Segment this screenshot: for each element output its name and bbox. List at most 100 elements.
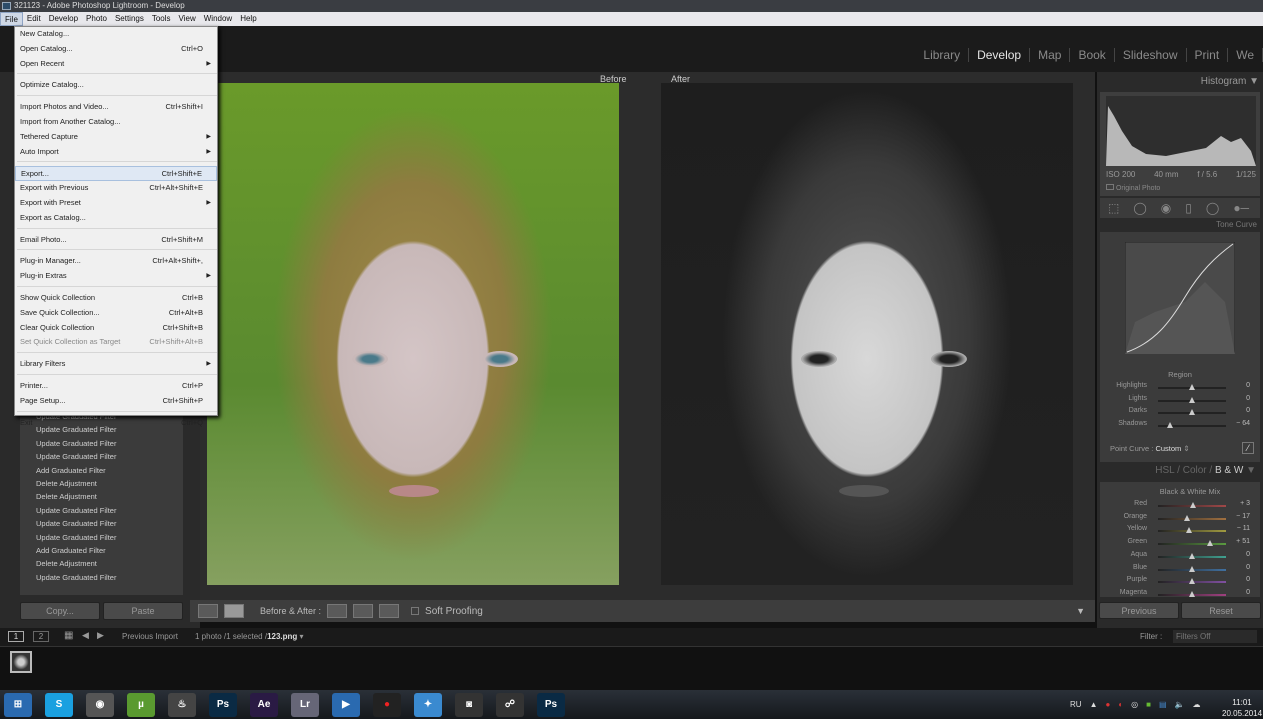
- before-after-view-button[interactable]: [224, 604, 244, 618]
- history-item[interactable]: Add Graduated Filter: [20, 464, 183, 477]
- menu-item[interactable]: Show Quick Collection Ctrl+B: [15, 291, 217, 306]
- menu-item[interactable]: Export with Previous Ctrl+Alt+Shift+E: [15, 181, 217, 196]
- filter-select[interactable]: Filters Off: [1173, 630, 1257, 643]
- taskbar-skype-icon[interactable]: S: [45, 692, 73, 717]
- swap-button[interactable]: [379, 604, 400, 618]
- paste-button[interactable]: Paste: [103, 602, 183, 620]
- tab-color[interactable]: Color: [1183, 465, 1207, 476]
- menu-item[interactable]: Save Quick Collection... Ctrl+Alt+B: [15, 306, 217, 321]
- menu-item[interactable]: Export with Preset ▶: [15, 196, 217, 211]
- back-arrow-icon[interactable]: ◀: [82, 630, 89, 641]
- slider-thumb[interactable]: [1183, 514, 1190, 521]
- menu-item[interactable]: Library Filters ▶: [15, 357, 217, 372]
- grid-view-icon[interactable]: ▦: [64, 630, 73, 641]
- brush-tool-icon[interactable]: ●─: [1233, 201, 1249, 215]
- menu-help[interactable]: Help: [236, 12, 260, 26]
- webcam-tray-icon[interactable]: ◎: [1131, 700, 1138, 709]
- menu-item[interactable]: Clear Quick Collection Ctrl+Shift+B: [15, 321, 217, 336]
- history-item[interactable]: Delete Adjustment: [20, 490, 183, 503]
- menu-edit[interactable]: Edit: [23, 12, 45, 26]
- slider-value[interactable]: 0: [1246, 395, 1250, 402]
- tab-bw[interactable]: B & W: [1215, 465, 1243, 476]
- menu-item[interactable]: Open Catalog... Ctrl+O: [15, 42, 217, 57]
- menu-item[interactable]: Plug-in Extras ▶: [15, 269, 217, 284]
- taskbar-media-player-icon[interactable]: ▶: [332, 692, 360, 717]
- slider-value[interactable]: 0: [1246, 382, 1250, 389]
- original-photo-checkbox[interactable]: [1106, 184, 1114, 190]
- taskbar-windows-start-icon[interactable]: ⊞: [4, 692, 32, 717]
- menu-item[interactable]: Import from Another Catalog...: [15, 115, 217, 130]
- loupe-view-button[interactable]: [198, 604, 218, 618]
- history-item[interactable]: Update Graduated Filter: [20, 504, 183, 517]
- previous-button[interactable]: Previous: [1099, 602, 1179, 619]
- menu-item[interactable]: New Catalog...: [15, 27, 217, 42]
- menu-settings[interactable]: Settings: [111, 12, 148, 26]
- reset-button[interactable]: Reset: [1181, 602, 1261, 619]
- taskbar-lr-icon[interactable]: Lr: [291, 692, 319, 717]
- module-slideshow[interactable]: Slideshow: [1115, 48, 1187, 62]
- menu-item[interactable]: Export... Ctrl+Shift+E: [15, 166, 217, 182]
- module-book[interactable]: Book: [1070, 48, 1115, 62]
- taskbar-utorrent-icon[interactable]: µ: [127, 692, 155, 717]
- copy-before-to-after-button[interactable]: [327, 604, 348, 618]
- slider-thumb[interactable]: [1189, 565, 1195, 572]
- tray-expand-icon[interactable]: ▲: [1090, 700, 1098, 709]
- menu-view[interactable]: View: [175, 12, 200, 26]
- slider-track[interactable]: [1158, 543, 1226, 546]
- copy-button[interactable]: Copy...: [20, 602, 100, 620]
- slider-value[interactable]: 0: [1246, 589, 1250, 596]
- menu-develop[interactable]: Develop: [45, 12, 82, 26]
- slider-thumb[interactable]: [1185, 527, 1192, 534]
- slider-value[interactable]: 0: [1246, 407, 1250, 414]
- menu-item[interactable]: Auto Import ▶: [15, 145, 217, 160]
- edit-point-curve-icon[interactable]: ⁄: [1242, 442, 1254, 454]
- slider-thumb[interactable]: [1189, 409, 1195, 416]
- language-indicator[interactable]: RU: [1070, 700, 1082, 709]
- taskbar-ps-icon[interactable]: Ps: [537, 692, 565, 717]
- menu-item[interactable]: Email Photo... Ctrl+Shift+M: [15, 233, 217, 248]
- forward-arrow-icon[interactable]: ▶: [97, 630, 104, 641]
- taskbar-camera-app-icon[interactable]: ✦: [414, 692, 442, 717]
- menu-item[interactable]: Import Photos and Video... Ctrl+Shift+I: [15, 100, 217, 115]
- history-item[interactable]: Update Graduated Filter: [20, 571, 183, 584]
- tab-hsl[interactable]: HSL: [1155, 465, 1174, 476]
- slider-thumb[interactable]: [1189, 590, 1195, 597]
- module-library[interactable]: Library: [915, 48, 970, 62]
- history-item[interactable]: Update Graduated Filter: [20, 517, 183, 530]
- taskbar-ps-icon[interactable]: Ps: [209, 692, 237, 717]
- source-label[interactable]: Previous Import: [122, 632, 178, 641]
- menu-window[interactable]: Window: [200, 12, 236, 26]
- history-item[interactable]: Update Graduated Filter: [20, 437, 183, 450]
- slider-thumb[interactable]: [1167, 422, 1174, 429]
- menu-item[interactable]: Plug-in Manager... Ctrl+Alt+Shift+,: [15, 254, 217, 269]
- screen-1-button[interactable]: 1: [8, 631, 24, 642]
- slider-value[interactable]: − 17: [1236, 513, 1250, 520]
- taskbar-chrome-icon[interactable]: ◉: [86, 692, 114, 717]
- taskbar-recorder-icon[interactable]: ●: [373, 692, 401, 717]
- slider-value[interactable]: − 64: [1236, 420, 1250, 427]
- slider-thumb[interactable]: [1189, 384, 1195, 390]
- nvidia-tray-icon[interactable]: ■: [1146, 700, 1151, 709]
- slider-value[interactable]: 0: [1246, 564, 1250, 571]
- menu-photo[interactable]: Photo: [82, 12, 111, 26]
- graduated-filter-icon[interactable]: ▯: [1185, 201, 1192, 215]
- slider-value[interactable]: 0: [1246, 551, 1250, 558]
- menu-item[interactable]: Exit Ctrl+Q: [15, 416, 217, 431]
- history-item[interactable]: Delete Adjustment: [20, 557, 183, 570]
- module-print[interactable]: Print: [1187, 48, 1229, 62]
- module-we[interactable]: We: [1228, 48, 1263, 62]
- taskbar-camera-icon[interactable]: ◙: [455, 692, 483, 717]
- radial-filter-icon[interactable]: ◯: [1206, 201, 1219, 215]
- taskbar-cyclone-icon[interactable]: ☍: [496, 692, 524, 717]
- cloud-tray-icon[interactable]: ☁: [1193, 700, 1201, 709]
- menu-item[interactable]: Page Setup... Ctrl+Shift+P: [15, 394, 217, 409]
- before-photo[interactable]: [207, 83, 619, 585]
- network-tray-icon[interactable]: ▤: [1159, 700, 1167, 709]
- point-curve-select[interactable]: Custom: [1155, 444, 1181, 453]
- clock[interactable]: 11:01 20.05.2014: [1222, 697, 1262, 719]
- slider-thumb[interactable]: [1190, 502, 1197, 508]
- after-photo[interactable]: [661, 83, 1073, 585]
- menu-tools[interactable]: Tools: [148, 12, 175, 26]
- menu-item[interactable]: Tethered Capture ▶: [15, 130, 217, 145]
- slider-value[interactable]: − 11: [1237, 525, 1250, 532]
